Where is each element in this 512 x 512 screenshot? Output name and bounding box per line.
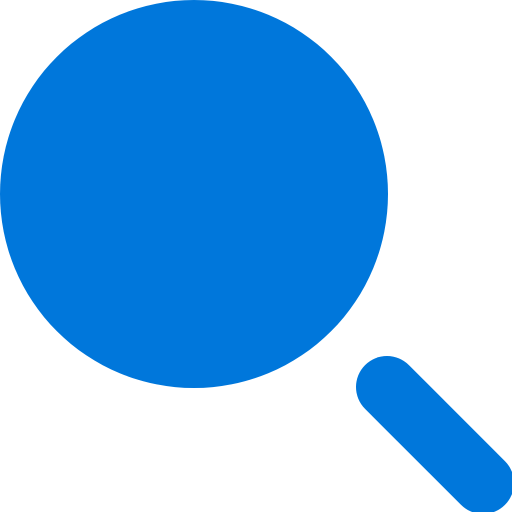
search-icon — [0, 0, 512, 512]
magnifier-lens — [0, 0, 388, 388]
icon-canvas — [0, 0, 512, 512]
magnifier-handle — [356, 356, 512, 512]
